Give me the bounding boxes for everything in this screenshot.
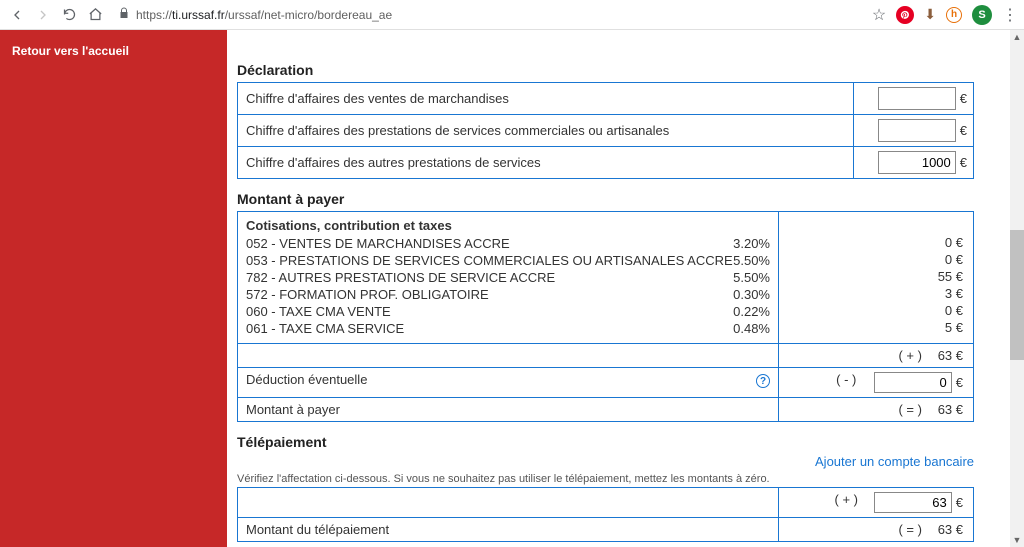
main-content: Déclaration Chiffre d'affaires des vente… — [227, 30, 1024, 547]
table-row: Chiffre d'affaires des autres prestation… — [238, 147, 974, 179]
cotisation-amount: 0 € — [787, 302, 963, 319]
cotisation-line: 052 - VENTES DE MARCHANDISES ACCRE3.20% — [246, 235, 770, 252]
back-button[interactable] — [8, 6, 26, 24]
cotisation-amount: 0 € — [787, 251, 963, 268]
add-account-link[interactable]: Ajouter un compte bancaire — [815, 454, 974, 469]
declaration-table: Chiffre d'affaires des ventes de marchan… — [237, 82, 974, 179]
cotisation-line: 782 - AUTRES PRESTATIONS DE SERVICE ACCR… — [246, 269, 770, 286]
tele-row-cell: ( + )€ — [779, 488, 974, 518]
extension-icon-1[interactable]: ⬇ — [924, 6, 936, 23]
deduction-cell: ( - )€ — [779, 368, 974, 398]
telepaiement-hint: Vérifiez l'affectation ci-dessous. Si vo… — [237, 473, 974, 485]
forward-button[interactable] — [34, 6, 52, 24]
address-bar[interactable]: https://ti.urssaf.fr/urssaf/net-micro/bo… — [112, 7, 864, 22]
deduction-input[interactable] — [874, 372, 952, 393]
declaration-title: Déclaration — [237, 62, 974, 78]
telepaiement-table: ( + )€ Montant du télépaiement ( = )63 € — [237, 487, 974, 542]
cotisation-line: 053 - PRESTATIONS DE SERVICES COMMERCIAL… — [246, 252, 770, 269]
table-row: Chiffre d'affaires des prestations de se… — [238, 115, 974, 147]
cotisation-line: 061 - TAXE CMA SERVICE0.48% — [246, 320, 770, 337]
sidebar-home-link[interactable]: Retour vers l'accueil — [0, 38, 227, 64]
cotisation-amount: 3 € — [787, 285, 963, 302]
scrollbar-thumb[interactable] — [1010, 230, 1024, 360]
cotisation-line: 060 - TAXE CMA VENTE0.22% — [246, 303, 770, 320]
total-cell: ( = )63 € — [779, 398, 974, 422]
declaration-input-ventes[interactable] — [878, 87, 956, 110]
scroll-down-icon[interactable]: ▼ — [1010, 533, 1024, 547]
telepaiement-title: Télépaiement — [237, 434, 974, 450]
menu-dots-icon[interactable]: ⋮ — [1002, 5, 1016, 25]
browser-toolbar: https://ti.urssaf.fr/urssaf/net-micro/bo… — [0, 0, 1024, 30]
bookmark-star-icon[interactable]: ☆ — [872, 5, 886, 25]
montant-title: Montant à payer — [237, 191, 974, 207]
deduction-label: Déduction éventuelle? — [238, 368, 779, 398]
cotisation-line: 572 - FORMATION PROF. OBLIGATOIRE0.30% — [246, 286, 770, 303]
cotisation-amount: 55 € — [787, 268, 963, 285]
declaration-input-services-comm[interactable] — [878, 119, 956, 142]
reload-button[interactable] — [60, 6, 78, 24]
page-scrollbar[interactable]: ▲ ▼ — [1010, 30, 1024, 547]
declaration-row-label: Chiffre d'affaires des prestations de se… — [238, 115, 854, 147]
pinterest-icon[interactable] — [896, 6, 914, 24]
url-text: https://ti.urssaf.fr/urssaf/net-micro/bo… — [136, 8, 392, 22]
tele-amount-input[interactable] — [874, 492, 952, 513]
tele-total-label: Montant du télépaiement — [238, 518, 779, 542]
cotisation-amount: 0 € — [787, 234, 963, 251]
profile-avatar[interactable]: S — [972, 5, 992, 25]
help-icon[interactable]: ? — [756, 374, 770, 388]
table-row: Chiffre d'affaires des ventes de marchan… — [238, 83, 974, 115]
declaration-row-label: Chiffre d'affaires des ventes de marchan… — [238, 83, 854, 115]
sidebar: Retour vers l'accueil — [0, 30, 227, 547]
total-label: Montant à payer — [238, 398, 779, 422]
cotisation-amount: 5 € — [787, 319, 963, 336]
declaration-row-label: Chiffre d'affaires des autres prestation… — [238, 147, 854, 179]
extension-icon-2[interactable]: h — [946, 7, 962, 23]
home-button[interactable] — [86, 6, 104, 24]
subtotal-cell: ( + )63 € — [779, 344, 974, 368]
montant-table: Cotisations, contribution et taxes 052 -… — [237, 211, 974, 422]
cotisations-header: Cotisations, contribution et taxes 052 -… — [238, 212, 779, 344]
declaration-input-autres[interactable] — [878, 151, 956, 174]
cotisations-amounts: 0 €0 €55 €3 €0 €5 € — [779, 212, 974, 344]
tele-total-cell: ( = )63 € — [779, 518, 974, 542]
scroll-up-icon[interactable]: ▲ — [1010, 30, 1024, 44]
lock-icon — [118, 7, 130, 22]
